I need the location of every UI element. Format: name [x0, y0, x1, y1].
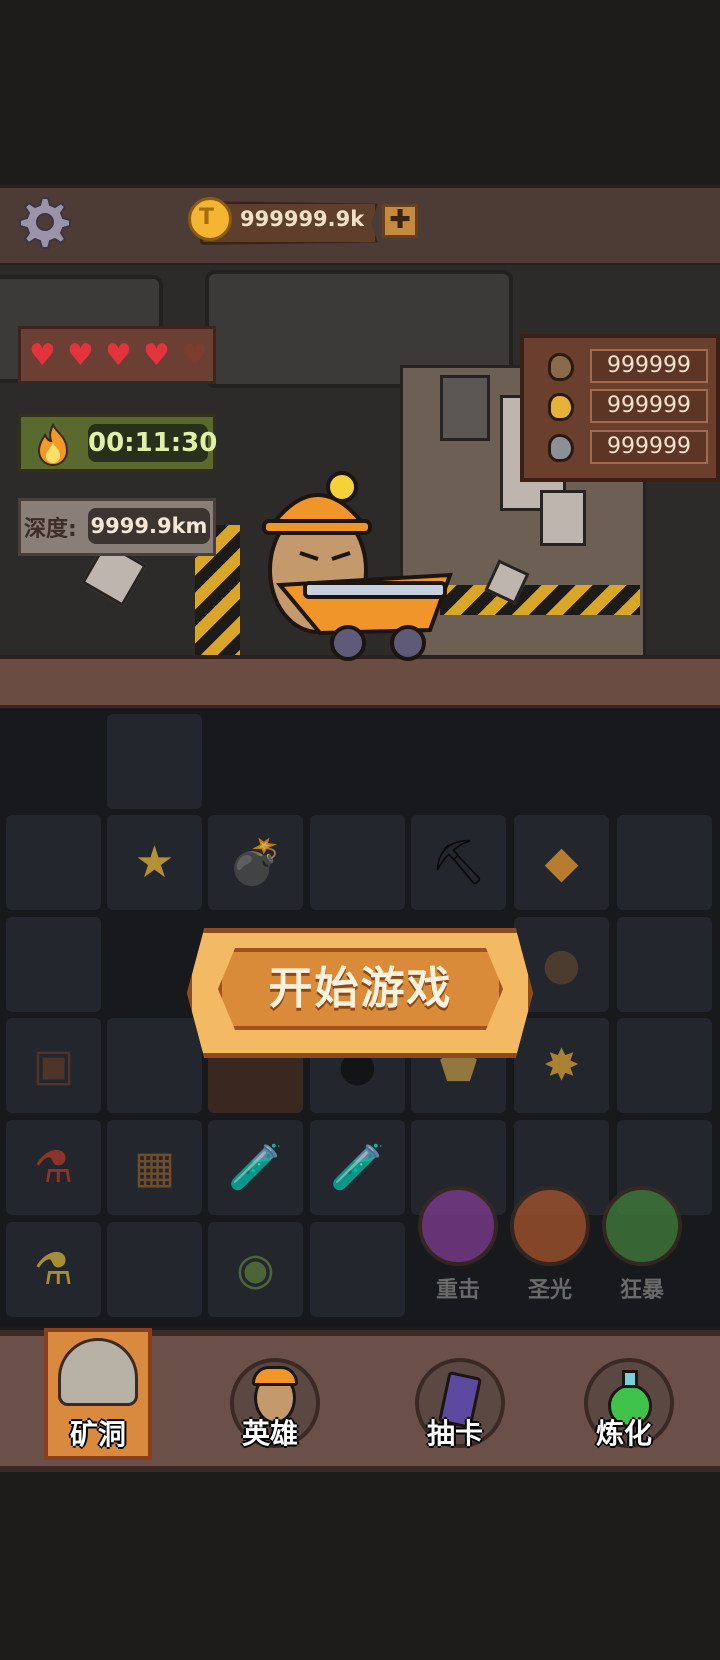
yellow-vial-icon: 🧪 [330, 1142, 385, 1193]
grid-cell[interactable]: ◉ [208, 1222, 303, 1317]
add-coins-button[interactable]: ✚ [382, 204, 418, 238]
iron-ore-amount: 999999 [590, 430, 708, 464]
red-potion-flask-icon: ⚗ [33, 1142, 74, 1193]
nav-item-mine[interactable]: 矿洞 [44, 1328, 164, 1460]
heart-full-icon: ♥ [105, 338, 132, 373]
resource-row-iron: 999999 [548, 430, 716, 466]
gold-ore-amount: 999999 [590, 389, 708, 423]
game-timer: 00:11:30 [88, 424, 217, 462]
grid-cell[interactable]: ★ [107, 815, 202, 910]
grid-cell[interactable] [310, 1222, 405, 1317]
grid-cell[interactable] [107, 1018, 202, 1113]
nav-label-mine: 矿洞 [69, 1418, 126, 1451]
yellow-potion-flask-icon: ⚗ [33, 1244, 74, 1295]
gold-sparkle-icon: ✸ [543, 1040, 580, 1091]
fist-icon[interactable] [418, 1186, 498, 1266]
resource-row-gold: 999999 [548, 389, 716, 425]
grid-cell[interactable] [617, 815, 712, 910]
heart-full-icon: ♥ [29, 338, 56, 373]
heart-full-icon: ♥ [143, 338, 170, 373]
grid-cell[interactable] [617, 1018, 712, 1113]
grid-cell[interactable]: ⛏ [411, 815, 506, 910]
star-icon: ★ [134, 837, 175, 888]
grid-cell[interactable] [310, 815, 405, 910]
grid-cell[interactable] [617, 917, 712, 1012]
grid-cell[interactable] [107, 714, 202, 809]
nav-label-hero: 英雄 [241, 1417, 298, 1450]
stone-ore-amount: 999999 [590, 349, 708, 383]
settings-gear-icon[interactable] [18, 195, 72, 249]
depth-value: 9999.9km [88, 508, 210, 544]
heart-full-icon: ♥ [67, 338, 94, 373]
fire-icon [37, 423, 69, 466]
resource-row-stone: 999999 [548, 349, 716, 385]
grid-cell[interactable]: ▣ [6, 1018, 101, 1113]
stone-ore-icon [548, 353, 574, 381]
flying-bomb-icon: 💣 [228, 837, 283, 888]
skill-label-berserk: 狂暴 [619, 1278, 664, 1303]
leaf-icon[interactable] [602, 1186, 682, 1266]
grid-cell[interactable]: 💣 [208, 815, 303, 910]
grid-cell[interactable]: ▦ [107, 1120, 202, 1215]
sword-icon[interactable] [510, 1186, 590, 1266]
green-potion-icon: ◉ [236, 1244, 275, 1295]
wall-plate [540, 490, 586, 546]
coin-amount: 999999.9k [240, 207, 365, 231]
grid-cell[interactable]: ⚗ [6, 1222, 101, 1317]
grid-cell[interactable] [6, 815, 101, 910]
cheese-icon: ◆ [544, 837, 579, 888]
nav-item-gacha[interactable]: 抽卡 [395, 1330, 515, 1460]
nav-label-refine: 炼化 [595, 1417, 652, 1450]
grid-cell[interactable] [107, 1222, 202, 1317]
grid-cell[interactable] [6, 917, 101, 1012]
nav-item-hero[interactable]: 英雄 [210, 1330, 330, 1460]
gold-ore-icon [548, 393, 574, 421]
grid-cell[interactable]: 🧪 [310, 1120, 405, 1215]
miner-npc-icon: ⛏ [430, 837, 487, 888]
iron-ore-icon [548, 434, 574, 462]
heart-empty-icon: ♥ [181, 338, 208, 373]
miner-hero-character [262, 471, 453, 661]
depth-label: 深度: [24, 517, 77, 542]
treasure-chest-icon: ▣ [32, 1040, 75, 1091]
grid-cell[interactable]: 🧪 [208, 1120, 303, 1215]
grid-cell[interactable]: ✸ [514, 1018, 609, 1113]
red-vial-icon: 🧪 [228, 1142, 283, 1193]
grid-cell[interactable]: ⚗ [6, 1120, 101, 1215]
coin-icon: T [188, 197, 232, 241]
nav-item-refine[interactable]: 炼化 [564, 1330, 684, 1460]
skill-label-holy-light: 圣光 [527, 1278, 572, 1303]
wooden-crate-icon: ▦ [133, 1142, 176, 1193]
grid-cell[interactable]: ◆ [514, 815, 609, 910]
nav-label-gacha: 抽卡 [426, 1417, 483, 1450]
skill-label-heavy-strike: 重击 [435, 1278, 480, 1303]
start-game-label[interactable]: 开始游戏 [218, 948, 503, 1030]
lives-panel: ♥ ♥ ♥ ♥ ♥ [18, 326, 216, 384]
electrical-box [440, 375, 490, 441]
